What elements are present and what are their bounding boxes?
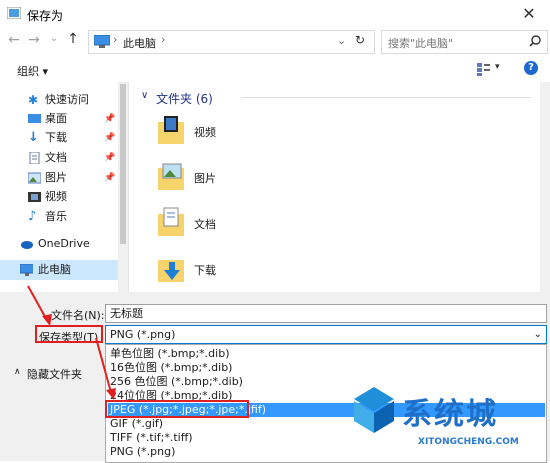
watermark-url: XITONGCHENG.COM: [418, 437, 519, 447]
watermark: 系统城 XITONGCHENG.COM: [352, 385, 542, 459]
watermark-text: 系统城: [402, 397, 498, 432]
watermark-logo-icon: [354, 387, 394, 433]
